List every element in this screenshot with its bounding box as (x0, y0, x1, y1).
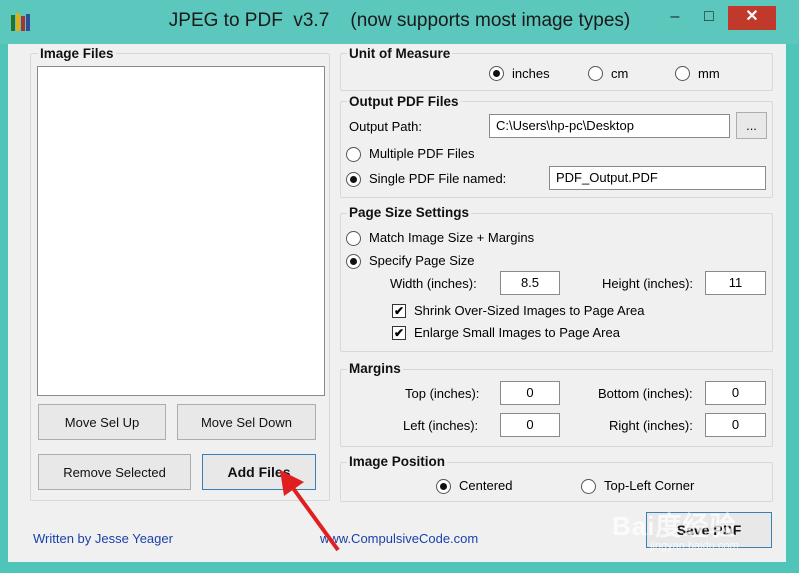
height-input[interactable]: 11 (705, 271, 766, 295)
match-image-size-radio[interactable] (346, 231, 361, 246)
browse-button[interactable]: ... (736, 112, 767, 139)
remove-selected-button[interactable]: Remove Selected (38, 454, 191, 490)
unit-inches-label[interactable]: inches (512, 66, 550, 81)
margin-bottom-input[interactable]: 0 (705, 381, 766, 405)
shrink-oversized-label[interactable]: Shrink Over-Sized Images to Page Area (414, 303, 645, 318)
width-label: Width (inches): (390, 276, 477, 291)
image-files-list[interactable] (37, 66, 325, 396)
margins-title: Margins (347, 361, 403, 376)
width-input[interactable]: 8.5 (500, 271, 560, 295)
margin-top-label: Top (inches): (405, 386, 480, 401)
enlarge-small-label[interactable]: Enlarge Small Images to Page Area (414, 325, 620, 340)
height-label: Height (inches): (602, 276, 694, 291)
unit-mm-radio[interactable] (675, 66, 690, 81)
unit-cm-radio[interactable] (588, 66, 603, 81)
margin-left-label: Left (inches): (403, 418, 479, 433)
title-bar[interactable]: JPEG to PDF v3.7 (now supports most imag… (0, 0, 799, 44)
specify-page-size-label[interactable]: Specify Page Size (369, 253, 475, 268)
unit-mm-label[interactable]: mm (698, 66, 720, 81)
shrink-oversized-checkbox[interactable]: ✔ (392, 304, 406, 318)
red-arrow-annotation (280, 470, 340, 552)
baidu-watermark-url: jingyan.baidu.com (650, 540, 739, 552)
specify-page-size-radio[interactable] (346, 254, 361, 269)
single-pdf-name-input[interactable]: PDF_Output.PDF (549, 166, 766, 190)
unit-of-measure-title: Unit of Measure (347, 46, 453, 61)
enlarge-small-checkbox[interactable]: ✔ (392, 326, 406, 340)
move-sel-up-button[interactable]: Move Sel Up (38, 404, 166, 440)
unit-cm-label[interactable]: cm (611, 66, 628, 81)
output-path-input[interactable]: C:\Users\hp-pc\Desktop (489, 114, 730, 138)
unit-inches-radio[interactable] (489, 66, 504, 81)
minimize-button[interactable]: – (660, 6, 690, 30)
image-files-title: Image Files (38, 46, 116, 61)
author-link[interactable]: Written by Jesse Yeager (33, 531, 173, 546)
centered-radio[interactable] (436, 479, 451, 494)
top-left-corner-radio[interactable] (581, 479, 596, 494)
single-pdf-label[interactable]: Single PDF File named: (369, 171, 506, 186)
maximize-button[interactable]: □ (694, 6, 724, 30)
multiple-pdf-label[interactable]: Multiple PDF Files (369, 146, 474, 161)
dialog-client-area: Image Files Move Sel Up Move Sel Down Re… (8, 44, 786, 562)
close-button[interactable]: ✕ (728, 6, 776, 30)
margin-top-input[interactable]: 0 (500, 381, 560, 405)
centered-label[interactable]: Centered (459, 478, 512, 493)
single-pdf-radio[interactable] (346, 172, 361, 187)
page-size-title: Page Size Settings (347, 205, 472, 220)
margin-right-input[interactable]: 0 (705, 413, 766, 437)
app-window: JPEG to PDF v3.7 (now supports most imag… (0, 0, 799, 573)
margin-left-input[interactable]: 0 (500, 413, 560, 437)
multiple-pdf-radio[interactable] (346, 147, 361, 162)
match-image-size-label[interactable]: Match Image Size + Margins (369, 230, 534, 245)
top-left-corner-label[interactable]: Top-Left Corner (604, 478, 694, 493)
output-pdf-title: Output PDF Files (347, 94, 461, 109)
output-path-label: Output Path: (349, 119, 422, 134)
move-sel-down-button[interactable]: Move Sel Down (177, 404, 316, 440)
image-position-title: Image Position (347, 454, 448, 469)
baidu-watermark: Bai度经验 (612, 511, 737, 541)
margin-right-label: Right (inches): (609, 418, 693, 433)
margin-bottom-label: Bottom (inches): (598, 386, 693, 401)
